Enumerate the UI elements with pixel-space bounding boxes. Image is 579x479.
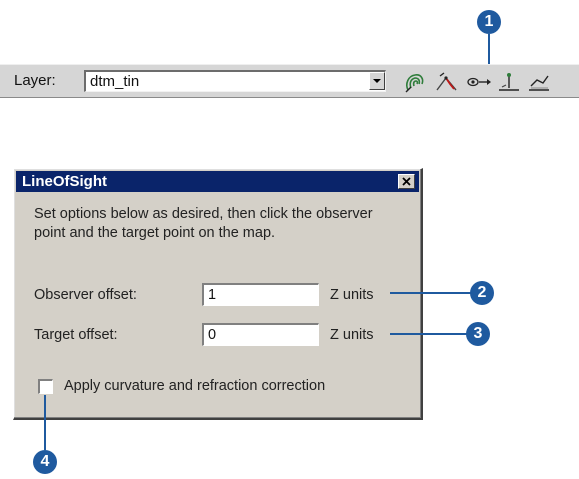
line-of-sight-icon[interactable] (466, 70, 492, 94)
layer-dropdown-value: dtm_tin (90, 73, 140, 90)
steepest-path-icon[interactable] (434, 70, 460, 94)
layer-label: Layer: (14, 72, 56, 89)
line-of-sight-dialog: LineOfSight Set options below as desired… (13, 168, 423, 420)
tin-toolbar: Layer: dtm_tin (0, 64, 579, 98)
callout-3: 3 (466, 322, 490, 346)
callout-1: 1 (477, 10, 501, 34)
target-offset-input[interactable] (202, 323, 319, 346)
chevron-down-icon[interactable] (369, 72, 385, 90)
callout-3-leader (390, 333, 468, 335)
curvature-checkbox[interactable] (38, 379, 53, 394)
callout-4-leader (44, 395, 46, 450)
callout-1-leader (488, 34, 490, 68)
observer-offset-label: Observer offset: (34, 287, 137, 303)
observer-offset-input[interactable] (202, 283, 319, 306)
dialog-titlebar[interactable]: LineOfSight (16, 171, 419, 192)
callout-4: 4 (33, 450, 57, 474)
curvature-checkbox-label[interactable]: Apply curvature and refraction correctio… (64, 378, 325, 394)
close-icon[interactable] (398, 174, 415, 189)
layer-dropdown[interactable]: dtm_tin (84, 70, 386, 92)
callout-2: 2 (470, 281, 494, 305)
dialog-instructions: Set options below as desired, then click… (34, 206, 373, 241)
target-offset-unit: Z units (330, 327, 374, 343)
contour-tool-icon[interactable] (402, 70, 428, 94)
target-offset-label: Target offset: (34, 327, 118, 343)
observer-offset-unit: Z units (330, 287, 374, 303)
dialog-title: LineOfSight (22, 173, 107, 190)
interpolate-point-icon[interactable] (496, 70, 522, 94)
interpolate-line-icon[interactable] (526, 70, 552, 94)
callout-2-leader (390, 292, 472, 294)
